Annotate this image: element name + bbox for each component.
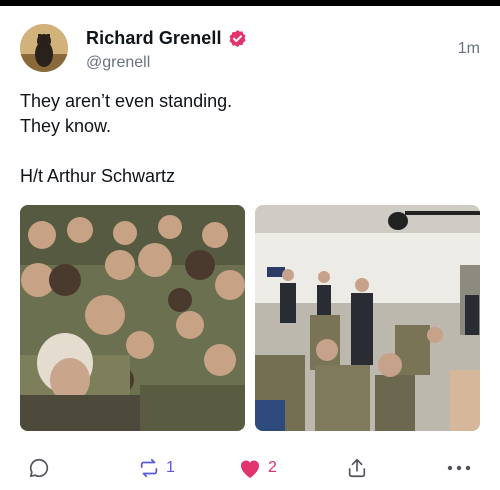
- reply-button[interactable]: [28, 457, 56, 479]
- like-button[interactable]: 2: [238, 457, 277, 479]
- author-name[interactable]: Richard Grenell: [86, 28, 222, 49]
- heart-icon: [240, 460, 260, 478]
- author-row: Richard Grenell: [86, 28, 247, 49]
- top-bar: [0, 0, 500, 6]
- photo-room-seated-soldiers[interactable]: [255, 205, 480, 431]
- more-icon: [447, 465, 471, 471]
- share-icon: [348, 458, 366, 478]
- like-count: 2: [268, 459, 277, 476]
- repost-icon: [140, 458, 158, 478]
- verified-badge-icon: [228, 29, 247, 48]
- reply-icon: [29, 458, 49, 478]
- post-text: They aren’t even standing. They know. H/…: [20, 91, 233, 186]
- repost-count: 1: [166, 459, 175, 476]
- share-button[interactable]: [346, 457, 368, 479]
- more-button[interactable]: [446, 457, 472, 479]
- author-handle[interactable]: @grenell: [86, 54, 150, 72]
- avatar[interactable]: [20, 24, 68, 72]
- action-bar: 1 2: [0, 455, 500, 489]
- timestamp[interactable]: 1m: [458, 40, 480, 58]
- photo-soldiers-crowd[interactable]: [20, 205, 245, 431]
- avatar-image: [20, 24, 68, 72]
- repost-button[interactable]: 1: [138, 457, 175, 479]
